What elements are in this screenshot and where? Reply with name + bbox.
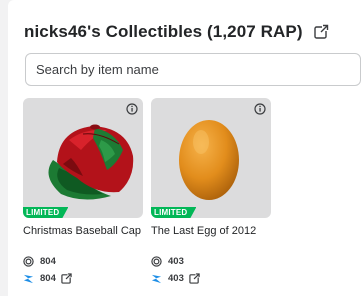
rap-value: 804: [40, 255, 56, 267]
recent-average-price-icon: [151, 255, 162, 267]
limited-badge: LIMITED: [23, 207, 68, 218]
rap-value: 403: [168, 255, 184, 267]
page-title: nicks46's Collectibles (1,207 RAP): [24, 22, 303, 41]
rolimons-icon: [23, 274, 34, 283]
info-icon[interactable]: [254, 103, 266, 115]
value-amount: 804: [40, 272, 56, 284]
item-card[interactable]: LIMITED Christmas Baseball Cap 804 804: [23, 98, 143, 285]
item-name[interactable]: Christmas Baseball Cap: [23, 225, 143, 251]
value-amount: 403: [168, 272, 184, 284]
egg-image: [179, 120, 239, 200]
item-thumbnail[interactable]: LIMITED: [23, 98, 143, 218]
header: nicks46's Collectibles (1,207 RAP): [24, 20, 329, 44]
info-icon[interactable]: [126, 103, 138, 115]
external-link-icon[interactable]: [61, 272, 72, 284]
search-input[interactable]: [36, 62, 360, 77]
rolimons-icon: [151, 274, 162, 283]
rap-row: 403: [151, 254, 271, 268]
value-row: 804: [23, 271, 143, 285]
recent-average-price-icon: [23, 255, 34, 267]
item-thumbnail[interactable]: LIMITED: [151, 98, 271, 218]
item-card[interactable]: LIMITED The Last Egg of 2012 403 403: [151, 98, 271, 285]
external-link-icon[interactable]: [313, 24, 329, 40]
christmas-cap-image: [48, 124, 134, 200]
collectibles-panel: nicks46's Collectibles (1,207 RAP) Searc…: [8, 0, 361, 296]
item-name[interactable]: The Last Egg of 2012: [151, 225, 271, 238]
external-link-icon[interactable]: [189, 272, 200, 284]
limited-badge: LIMITED: [151, 207, 196, 218]
search-box[interactable]: [25, 53, 361, 86]
rap-row: 804: [23, 254, 143, 268]
value-row: 403: [151, 271, 271, 285]
